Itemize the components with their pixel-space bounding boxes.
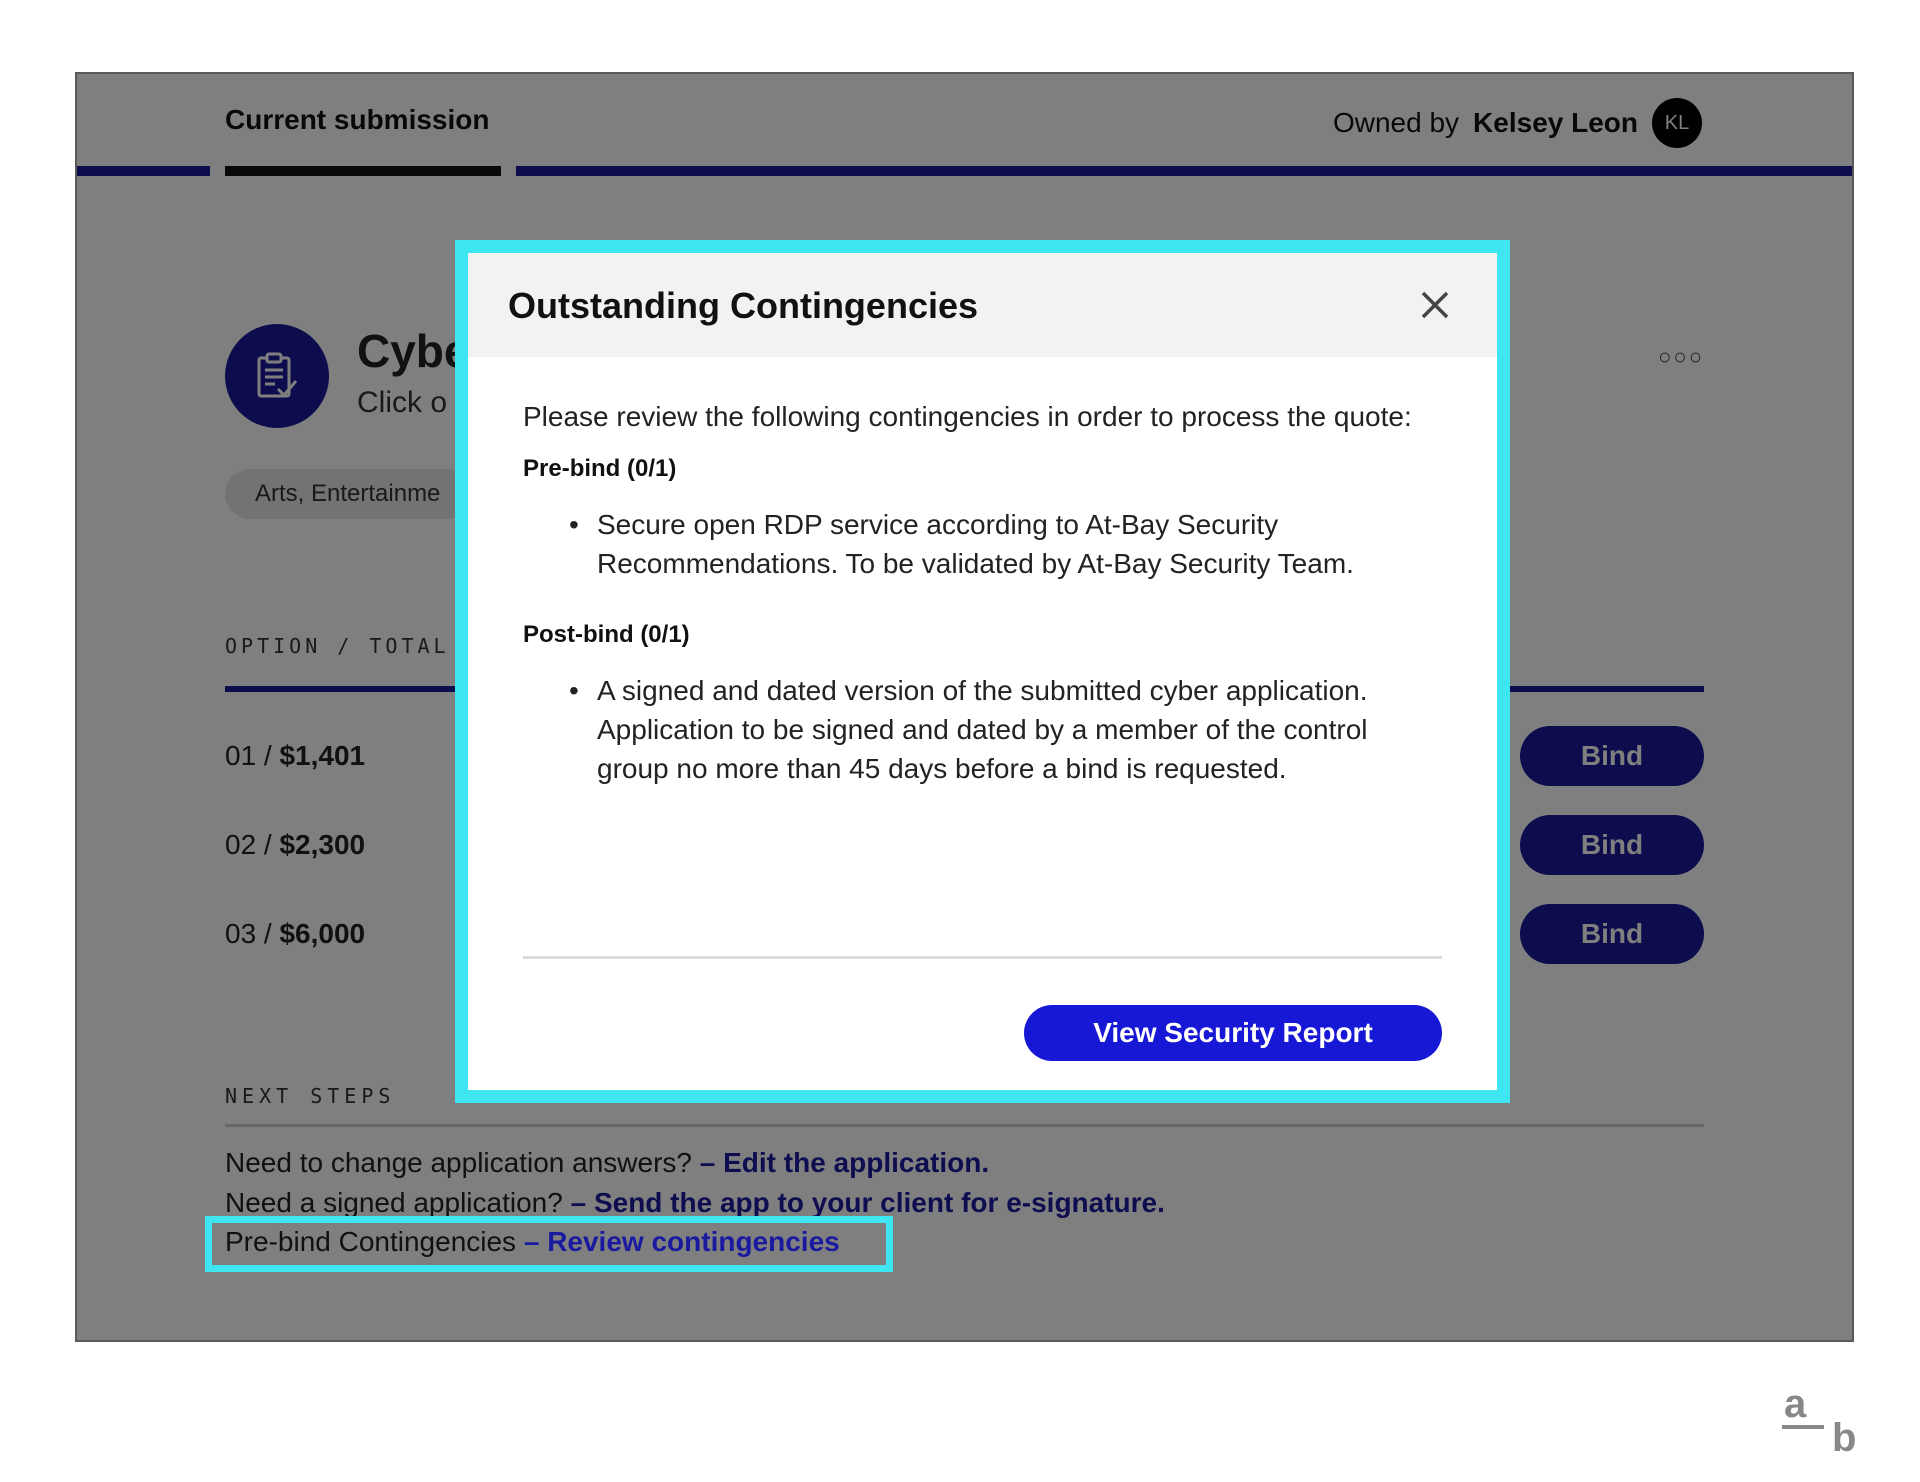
list-item: • A signed and dated version of the subm… <box>569 671 1442 788</box>
postbind-item-text: A signed and dated version of the submit… <box>597 675 1368 784</box>
logo-top-letter: a <box>1784 1385 1807 1426</box>
prebind-item-text: Secure open RDP service according to At-… <box>597 509 1354 579</box>
view-security-report-button[interactable]: View Security Report <box>1024 1005 1442 1061</box>
ab-logo-icon: a b <box>1782 1382 1856 1460</box>
callout-highlight-contingencies <box>205 1216 893 1272</box>
close-x-glyph <box>1421 291 1449 319</box>
bullet-icon: • <box>569 509 579 540</box>
modal-intro: Please review the following contingencie… <box>523 401 1412 432</box>
contingencies-modal: Outstanding Contingencies Please review … <box>468 253 1497 1090</box>
bullet-icon: • <box>569 675 579 706</box>
app-frame: Current submission Owned by Kelsey Leon … <box>75 72 1854 1342</box>
brand-logo: a b <box>1782 1382 1862 1460</box>
modal-header: Outstanding Contingencies <box>468 253 1497 357</box>
logo-bottom-letter: b <box>1832 1416 1856 1455</box>
list-item: • Secure open RDP service according to A… <box>569 505 1442 583</box>
postbind-heading: Post-bind (0/1) <box>523 621 690 648</box>
close-icon[interactable] <box>1417 287 1453 323</box>
modal-divider <box>523 956 1442 959</box>
prebind-heading: Pre-bind (0/1) <box>523 455 677 482</box>
modal-body: Please review the following contingencie… <box>523 397 1442 788</box>
modal-title: Outstanding Contingencies <box>508 285 979 326</box>
